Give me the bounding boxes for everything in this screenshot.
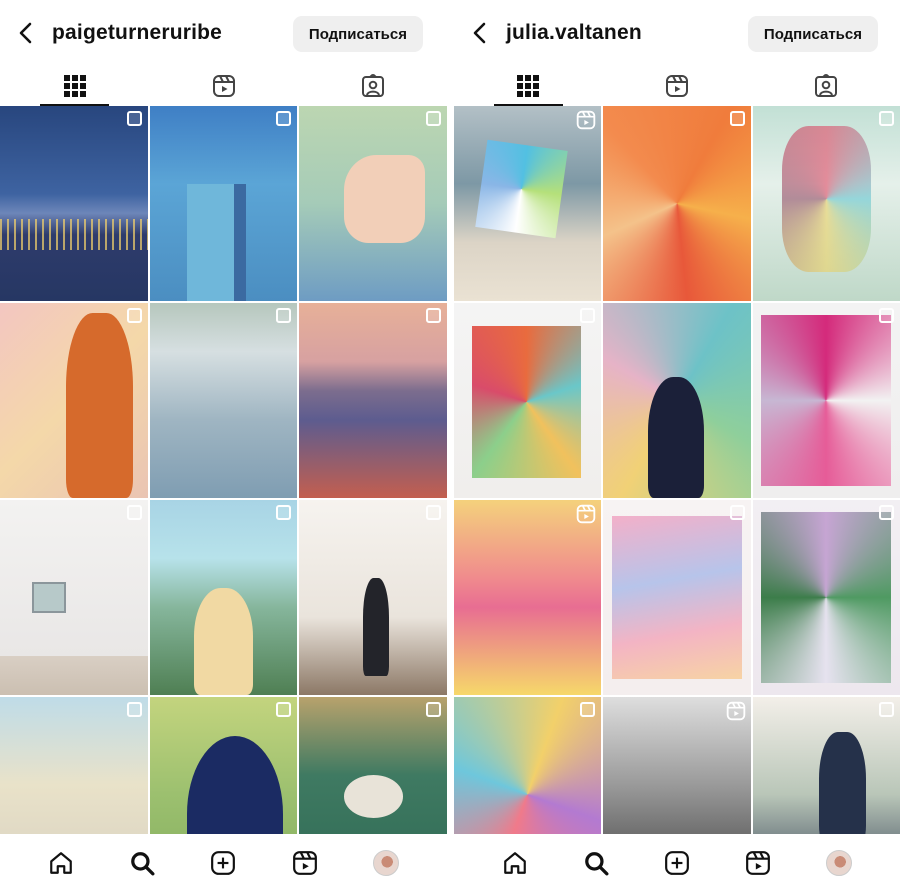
multi-post-icon	[580, 308, 596, 323]
profile-header: paigeturneruribe Подписаться	[0, 0, 447, 66]
multi-post-icon	[580, 702, 596, 717]
post-thumbnail[interactable]	[149, 500, 298, 695]
multi-post-icon	[126, 308, 142, 323]
multi-post-icon	[878, 111, 894, 126]
nav-create[interactable]	[201, 841, 245, 885]
tagged-icon	[814, 74, 837, 97]
multi-post-icon	[276, 111, 292, 126]
multi-post-icon	[276, 505, 292, 520]
profile-username: paigeturneruribe	[52, 21, 223, 44]
follow-button[interactable]: Подписаться	[747, 16, 878, 52]
chevron-left-icon	[19, 22, 32, 44]
tab-posts-grid[interactable]	[454, 66, 603, 106]
multi-post-icon	[426, 111, 441, 126]
multi-post-icon	[426, 702, 441, 717]
post-thumbnail[interactable]	[149, 106, 298, 301]
home-icon	[503, 851, 526, 874]
post-thumbnail[interactable]	[603, 697, 751, 834]
post-thumbnail[interactable]	[0, 500, 148, 695]
profile-tabs	[0, 66, 447, 106]
post-thumbnail[interactable]	[0, 303, 148, 498]
profile-avatar	[826, 849, 853, 876]
tab-tagged[interactable]	[298, 66, 447, 106]
post-thumbnail[interactable]	[752, 303, 900, 498]
home-icon	[49, 851, 72, 874]
multi-post-icon	[276, 702, 292, 717]
profile-panel-left: paigeturneruribe Подписаться	[0, 0, 447, 891]
post-thumbnail[interactable]	[149, 697, 298, 834]
post-thumbnail[interactable]	[603, 106, 751, 301]
nav-search[interactable]	[574, 841, 618, 885]
nav-profile[interactable]	[364, 841, 408, 885]
post-thumbnail[interactable]	[752, 697, 900, 834]
tab-reels[interactable]	[603, 66, 752, 106]
tab-reels[interactable]	[149, 66, 298, 106]
multi-post-icon	[878, 308, 894, 323]
multi-post-icon	[126, 702, 142, 717]
multi-post-icon	[426, 505, 441, 520]
multi-post-icon	[878, 702, 894, 717]
bottom-navigation	[454, 834, 900, 891]
profile-panel-right: julia.valtanen Подписаться	[454, 0, 900, 891]
nav-reels[interactable]	[736, 841, 780, 885]
multi-post-icon	[126, 111, 142, 126]
posts-grid	[0, 106, 447, 834]
bottom-navigation	[0, 834, 447, 891]
search-icon	[131, 851, 155, 875]
create-icon	[665, 850, 689, 875]
multi-post-icon	[426, 308, 441, 323]
reel-badge-icon	[576, 504, 596, 524]
follow-button[interactable]: Подписаться	[292, 16, 423, 52]
post-thumbnail[interactable]	[0, 106, 148, 301]
multi-post-icon	[729, 505, 745, 520]
post-thumbnail[interactable]	[752, 106, 900, 301]
tab-tagged[interactable]	[751, 66, 900, 106]
create-icon	[211, 850, 236, 875]
profile-tabs	[454, 66, 900, 106]
post-thumbnail[interactable]	[454, 500, 602, 695]
post-thumbnail[interactable]	[299, 106, 447, 301]
profile-header: julia.valtanen Подписаться	[454, 0, 900, 66]
reels-icon	[292, 850, 317, 875]
reel-badge-icon	[576, 110, 596, 130]
post-thumbnail[interactable]	[299, 500, 447, 695]
reels-icon	[212, 75, 235, 97]
post-thumbnail[interactable]	[603, 303, 751, 498]
posts-grid	[454, 106, 900, 834]
post-thumbnail[interactable]	[454, 697, 602, 834]
back-button[interactable]	[460, 13, 500, 53]
back-button[interactable]	[6, 13, 46, 53]
nav-home[interactable]	[39, 841, 83, 885]
multi-post-icon	[729, 111, 745, 126]
reels-icon	[666, 75, 688, 97]
tab-posts-grid[interactable]	[0, 66, 149, 106]
reels-icon	[746, 850, 771, 875]
nav-search[interactable]	[120, 841, 164, 885]
post-thumbnail[interactable]	[454, 106, 602, 301]
post-thumbnail[interactable]	[0, 697, 148, 834]
chevron-left-icon	[473, 22, 486, 44]
post-thumbnail[interactable]	[603, 500, 751, 695]
tagged-icon	[361, 74, 384, 97]
panel-divider	[447, 0, 454, 891]
search-icon	[584, 851, 609, 875]
post-thumbnail[interactable]	[752, 500, 900, 695]
post-thumbnail[interactable]	[299, 697, 447, 834]
reel-badge-icon	[726, 701, 746, 721]
profile-avatar	[373, 849, 400, 876]
post-thumbnail[interactable]	[454, 303, 602, 498]
nav-home[interactable]	[493, 841, 537, 885]
profile-username: julia.valtanen	[506, 21, 642, 44]
nav-reels[interactable]	[283, 841, 327, 885]
post-thumbnail[interactable]	[299, 303, 447, 498]
grid-icon	[63, 75, 86, 97]
grid-icon	[517, 75, 540, 97]
nav-create[interactable]	[655, 841, 699, 885]
post-thumbnail[interactable]	[149, 303, 298, 498]
nav-profile[interactable]	[817, 841, 861, 885]
multi-post-icon	[276, 308, 292, 323]
multi-post-icon	[878, 505, 894, 520]
multi-post-icon	[126, 505, 142, 520]
